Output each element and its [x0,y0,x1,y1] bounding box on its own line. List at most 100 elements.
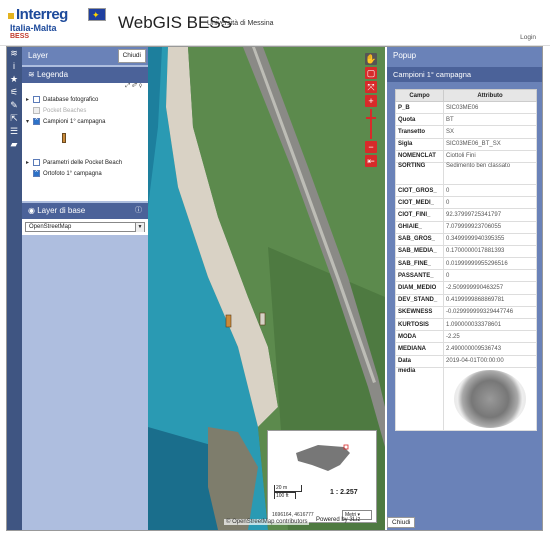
layer-panel-close-button[interactable]: Chiudi [117,49,146,63]
table-row: SKEWNESS -0.029999999329447746 [395,305,537,320]
tree-item-label: Database fotografico [43,96,99,103]
expand-icon[interactable]: ⤢ [125,83,130,89]
logo-project-text: BESS [10,33,30,40]
layer-panel-header: Layer Chiudi [22,47,148,65]
base-layer-header[interactable]: ◉ Layer di base ⓘ [22,203,148,219]
layers-icon[interactable]: ≋ [6,47,22,60]
app-subtitle: Università di Messina [207,20,274,27]
table-row: Data 2019-04-01T00:00:00 [395,354,537,368]
table-row: MEDIANA 2.490000009536743 [395,342,537,356]
collapse-panel-icon[interactable]: ⇤ [365,155,377,167]
layer-checkbox[interactable] [33,107,40,114]
field-name-cell: SORTING [395,161,444,185]
field-name-cell: Transetto [395,125,444,139]
field-value-cell: 0.4199999868869781 [443,293,537,307]
layer-tree: ▸ Database fotografico Pocket Beaches ▾ … [22,92,148,201]
attribute-table-body: P_B SIC03ME06 Quota BT Transetto SX Sigla SIC03… [395,100,537,431]
base-layer-body: OpenStreetMap ▼ [22,219,148,235]
pan-hand-icon[interactable]: ✋ [365,53,377,65]
popup-close-button[interactable]: Chiudi [387,517,416,528]
info-icon[interactable]: i [6,60,22,73]
star-icon[interactable]: ★ [6,73,22,86]
field-value-cell: 1.090000033378601 [443,317,537,332]
expand-arrow-icon[interactable]: ▸ [26,159,33,166]
field-value-cell: 0 [443,196,537,210]
layer-checkbox[interactable] [33,159,40,166]
layer-checkbox[interactable] [33,168,40,177]
attribute-column-header: Attributo [443,89,537,102]
field-value-cell: SIC03ME06 [443,100,537,115]
map-attribution[interactable]: © OpenStreetMap contributors [224,519,310,525]
table-row: KURTOSIS 1.090000033378601 [395,317,537,332]
media-cell [443,366,537,431]
tree-item-parametri[interactable]: ▸ Parametri delle Pocket Beach [26,157,144,168]
table-row: PASSANTE_ 0 [395,269,537,283]
field-name-cell: CIOT_MEDI_ [395,196,444,210]
field-value-cell: 2019-04-01T00:00:00 [443,354,537,368]
chevron-down-icon[interactable]: ▼ [135,223,144,232]
field-value-cell: 0 [443,269,537,283]
field-name-cell: Data [395,354,444,368]
zoom-extent-icon[interactable]: ⤧ [365,81,377,93]
field-value-cell: 0.3499999940395355 [443,232,537,246]
tree-item-database[interactable]: ▸ Database fotografico [26,94,144,105]
table-row: SAB_MEDIA_ 0.1700000017881393 [395,244,537,259]
field-name-cell: P_B [395,100,444,115]
field-value-cell: 0 [443,183,537,198]
table-row: CIOT_MEDI_ 0 [395,196,537,210]
field-name-cell: SAB_FINE_ [395,257,444,271]
layer-checkbox[interactable] [33,116,40,125]
scale-bottom-label: 100 ft [274,492,296,499]
field-name-cell: MEDIANA [395,342,444,356]
table-row: GHIAIE_ 7.079999923706055 [395,220,537,234]
collapse-arrow-icon[interactable]: ▾ [26,118,33,125]
table-row: DIAM_MEDIO -2.509999990463257 [395,281,537,295]
table-row: SAB_GROS_ 0.3499999940395355 [395,232,537,246]
table-row: CIOT_GROS_ 0 [395,183,537,198]
field-name-cell: SKEWNESS [395,305,444,320]
tree-item-label: Pocket Beaches [43,107,87,114]
map-controls: ✋ ▢ ⤧ + − ⇤ [365,53,379,169]
field-value-cell: BT [443,113,537,127]
base-layer-title: Layer di base [37,206,86,215]
login-link[interactable]: Login [520,34,536,41]
map-canvas[interactable]: ✋ ▢ ⤧ + − ⇤ 20 m 100 ft 1 : 2.257 169616… [148,47,385,530]
app-header: Interreg Italia-Malta BESS ✦ WebGIS BESS… [0,0,550,46]
table-row: CIOT_FINI_ 92.37999725341797 [395,208,537,222]
scale-bar: 20 m 100 ft [274,485,302,499]
tree-item-label: Parametri delle Pocket Beach [43,159,123,166]
field-name-cell: KURTOSIS [395,317,444,332]
edit-icon[interactable]: ✎ [6,99,22,112]
table-row: Quota BT [395,113,537,127]
field-name-cell: MODA [395,330,444,344]
base-layer-select[interactable]: OpenStreetMap ▼ [25,222,145,232]
tree-item-campioni[interactable]: ▾ Campioni 1° campagna [26,116,144,127]
list-icon[interactable]: ☰ [6,125,22,138]
zoom-slider[interactable] [366,109,376,139]
table-row: Sigla SIC03ME06_BT_SX [395,137,537,151]
layer-checkbox[interactable] [33,96,40,103]
zoom-icon[interactable]: ⚲ [139,83,142,89]
expand-arrow-icon[interactable]: ▸ [26,96,33,103]
field-name-cell: SAB_MEDIA_ [395,244,444,259]
field-name-cell: DIAM_MEDIO [395,281,444,295]
zoom-out-icon[interactable]: − [365,141,377,153]
legend-header[interactable]: ≋ Legenda [22,67,148,83]
table-row: Transetto SX [395,125,537,139]
field-name-cell: media [395,366,444,431]
zoom-in-icon[interactable]: + [365,95,377,107]
tree-item-pocket-beaches[interactable]: Pocket Beaches [26,105,144,116]
overview-map[interactable]: 20 m 100 ft 1 : 2.257 1696164, 4616777 M… [267,430,377,523]
table-row: SORTING Sedimento ben classato [395,161,537,185]
popup-header: Popup [393,51,417,60]
sediment-sample-photo[interactable] [454,369,526,428]
info-icon[interactable]: ⓘ [135,203,142,219]
wrench-icon[interactable]: ✐ [132,83,137,89]
left-icon-bar: ≋ i ★ ⚟ ✎ ⇱ ☰ ▰ [6,47,22,530]
tree-item-label: Campioni 1° campagna [43,118,106,125]
filter-icon[interactable]: ⚟ [6,86,22,99]
zoom-box-icon[interactable]: ▢ [365,67,377,79]
tree-item-ortofoto[interactable]: Ortofoto 1° campagna [26,168,144,179]
share-icon[interactable]: ⇱ [6,112,22,125]
comment-icon[interactable]: ▰ [6,138,22,151]
